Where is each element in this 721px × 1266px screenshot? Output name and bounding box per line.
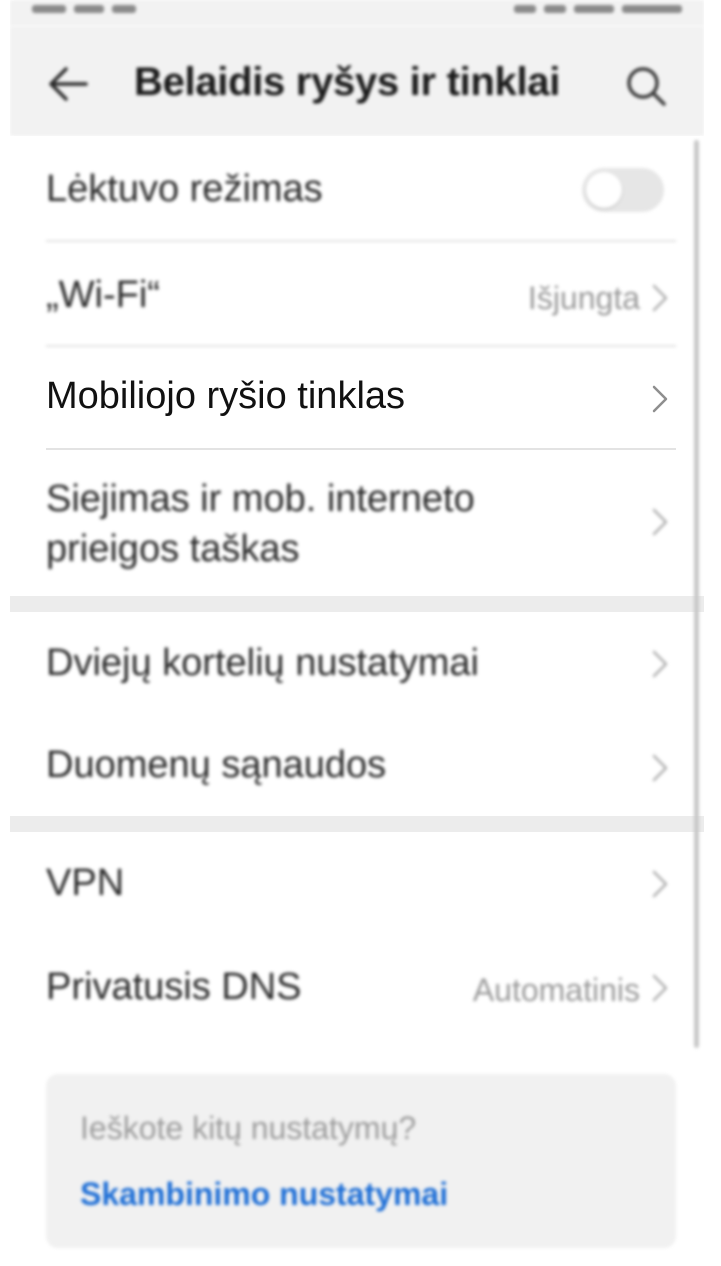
dual-sim-label: Dviejų kortelių nustatymai	[46, 642, 479, 684]
arrow-left-icon[interactable]	[46, 64, 90, 104]
signal-icon	[74, 5, 104, 13]
chevron-right-icon	[652, 754, 668, 782]
status-right-icons	[472, 2, 682, 16]
clock-icon	[622, 5, 682, 13]
screen-margin-left	[0, 0, 10, 1266]
page-title: Belaidis ryšys ir tinklai	[134, 60, 561, 104]
chevron-right-icon	[652, 284, 668, 312]
alarm-icon	[514, 5, 536, 13]
toggle-knob	[586, 172, 622, 208]
app-bar: Belaidis ryšys ir tinklai	[10, 26, 704, 136]
suggestion-card: Ieškote kitų nustatymų? Skambinimo nusta…	[46, 1074, 676, 1248]
mobile-network-label: Mobiliojo ryšio tinklas	[46, 375, 406, 417]
tethering-row[interactable]: Siejimas ir mob. interneto prieigos tašk…	[10, 450, 704, 596]
private-dns-row[interactable]: Privatusis DNS Automatinis	[10, 934, 704, 1038]
section-divider	[10, 596, 704, 612]
airplane-mode-label: Lėktuvo režimas	[46, 168, 323, 210]
carrier-icon	[32, 5, 66, 13]
status-left-icons	[32, 2, 182, 16]
data-usage-label: Duomenų sąnaudos	[46, 744, 387, 786]
mobile-network-row[interactable]: Mobiliojo ryšio tinklas	[10, 347, 704, 449]
settings-list: Lėktuvo režimas „Wi-Fi“ Išjungta Mobilio…	[10, 136, 704, 1266]
wifi-label: „Wi-Fi“	[46, 274, 160, 316]
settings-screen: Belaidis ryšys ir tinklai Lėktuvo režima…	[10, 0, 704, 1266]
vpn-row[interactable]: VPN	[10, 832, 704, 934]
screen-margin-right	[704, 0, 721, 1266]
wifi-row[interactable]: „Wi-Fi“ Išjungta	[10, 242, 704, 346]
suggestion-question: Ieškote kitų nustatymų?	[80, 1110, 417, 1146]
wifi-status: Išjungta	[527, 280, 640, 316]
chevron-right-icon	[652, 870, 668, 898]
battery-icon	[574, 5, 614, 13]
airplane-mode-row[interactable]: Lėktuvo režimas	[10, 136, 704, 242]
vpn-label: VPN	[46, 862, 125, 904]
search-icon[interactable]	[622, 62, 670, 110]
scrollbar[interactable]	[694, 140, 699, 1048]
chevron-right-icon	[652, 508, 668, 536]
chevron-right-icon	[652, 974, 668, 1002]
vibrate-icon	[544, 5, 566, 13]
private-dns-status: Automatinis	[472, 972, 640, 1008]
private-dns-label: Privatusis DNS	[46, 966, 302, 1008]
dual-sim-row[interactable]: Dviejų kortelių nustatymai	[10, 612, 704, 716]
data-usage-row[interactable]: Duomenų sąnaudos	[10, 716, 704, 816]
chevron-right-icon	[652, 385, 668, 413]
chevron-right-icon	[652, 650, 668, 678]
notification-icon	[112, 5, 136, 13]
status-bar	[10, 0, 704, 26]
section-divider	[10, 816, 704, 832]
call-settings-link[interactable]: Skambinimo nustatymai	[80, 1176, 448, 1213]
tethering-label: Siejimas ir mob. interneto prieigos tašk…	[46, 478, 475, 570]
airplane-mode-toggle[interactable]	[582, 168, 664, 212]
